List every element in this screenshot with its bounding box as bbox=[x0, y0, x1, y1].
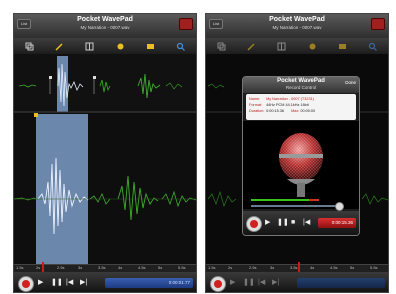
done-button[interactable]: Done bbox=[345, 80, 356, 85]
toolbar bbox=[206, 38, 388, 55]
effects-icon[interactable] bbox=[308, 42, 317, 51]
ruler-tick: 5s bbox=[158, 265, 163, 270]
microphone-stage bbox=[243, 121, 359, 209]
record-control-dialog: Pocket WavePad Record Control Done Name:… bbox=[242, 76, 360, 236]
input-level-peak bbox=[309, 199, 319, 201]
dialog-title: Pocket WavePad bbox=[277, 78, 325, 84]
detail-selection bbox=[36, 114, 88, 264]
gain-slider[interactable] bbox=[251, 205, 339, 207]
skip-back-icon[interactable]: |◀ bbox=[258, 279, 265, 287]
transport-bar: ▶ ❚❚ |◀ ▶| bbox=[206, 272, 388, 292]
dialog-subtitle: Record Control bbox=[285, 85, 317, 90]
recording-info-panel: Name: My Narration - 0007 (T3231) Format… bbox=[246, 94, 356, 120]
ruler-tick: 4.5s bbox=[138, 265, 146, 270]
transport-bar: ▶ ❚❚ |◀ ▶| 0:00:01.77 bbox=[14, 272, 196, 292]
effects-icon[interactable] bbox=[116, 42, 125, 51]
ruler-tick: 3s bbox=[270, 265, 275, 270]
copy-icon[interactable] bbox=[25, 42, 34, 51]
info-value: 00:00:00 bbox=[300, 109, 316, 113]
recorder-screen: List Pocket WavePad My Narration - 0007.… bbox=[205, 13, 389, 293]
trim-icon[interactable] bbox=[85, 42, 94, 51]
toolbar bbox=[14, 38, 196, 55]
info-key: Max: bbox=[291, 109, 300, 113]
ruler-tick: 5.5s bbox=[370, 265, 378, 270]
pause-icon[interactable]: ❚❚ bbox=[277, 219, 289, 227]
app-title: Pocket WavePad bbox=[269, 16, 325, 23]
stop-icon[interactable]: ■ bbox=[291, 219, 295, 227]
ruler-tick: 4s bbox=[118, 265, 123, 270]
ruler-tick: 2s bbox=[228, 265, 233, 270]
title-bar: List Pocket WavePad My Narration - 0007.… bbox=[14, 14, 196, 39]
copy-icon[interactable] bbox=[217, 42, 226, 51]
skip-back-icon[interactable]: |◀ bbox=[303, 219, 310, 227]
edit-wand-icon[interactable] bbox=[55, 42, 64, 51]
play-icon[interactable]: ▶ bbox=[265, 219, 270, 227]
pause-icon[interactable]: ❚❚ bbox=[243, 279, 255, 287]
record-transport: ▶ ❚❚ ■ |◀ 0:00:15.36 bbox=[243, 211, 359, 235]
skip-forward-icon[interactable]: ▶| bbox=[272, 279, 279, 287]
ruler-tick: 3.5s bbox=[290, 265, 298, 270]
file-name: My Narration - 0007.wav bbox=[272, 25, 322, 30]
play-icon[interactable]: ▶ bbox=[38, 279, 43, 287]
ruler-tick: 4s bbox=[310, 265, 315, 270]
skip-forward-icon[interactable]: ▶| bbox=[80, 279, 87, 287]
waveform-area[interactable] bbox=[14, 54, 196, 264]
info-value: 0:00:15.36 bbox=[266, 109, 285, 113]
input-level-meter bbox=[251, 199, 309, 201]
info-row-duration: Duration: 0:00:15.36 Max: 00:00:00 bbox=[249, 108, 353, 114]
record-time-display: 0:00:15.36 bbox=[318, 218, 356, 228]
file-name: My Narration - 0007.wav bbox=[80, 25, 130, 30]
waveform-view[interactable] bbox=[14, 54, 196, 264]
info-key: Duration: bbox=[249, 109, 265, 113]
ruler-tick: 2.5s bbox=[249, 265, 257, 270]
gain-slider-knob[interactable] bbox=[335, 202, 344, 211]
skip-back-icon[interactable]: |◀ bbox=[66, 279, 73, 287]
dialog-header: Pocket WavePad Record Control Done bbox=[243, 77, 359, 93]
edit-wand-icon[interactable] bbox=[247, 42, 256, 51]
open-file-icon[interactable] bbox=[146, 42, 155, 51]
time-display: 0:00:01.77 bbox=[105, 278, 193, 288]
ruler-tick: 3s bbox=[78, 265, 83, 270]
record-button[interactable] bbox=[18, 276, 34, 292]
title-bar: List Pocket WavePad My Narration - 0007.… bbox=[206, 14, 388, 39]
record-icon[interactable] bbox=[371, 18, 385, 30]
ruler-tick: 5.5s bbox=[178, 265, 186, 270]
ruler-tick: 4.5s bbox=[330, 265, 338, 270]
app-title: Pocket WavePad bbox=[77, 16, 133, 23]
ruler-tick: 1.5s bbox=[208, 265, 216, 270]
editor-screen: List Pocket WavePad My Narration - 0007.… bbox=[13, 13, 197, 293]
overview-selection bbox=[57, 56, 68, 112]
ruler-tick: 2.5s bbox=[57, 265, 65, 270]
zoom-icon[interactable] bbox=[176, 42, 186, 51]
ruler-tick: 1.5s bbox=[16, 265, 24, 270]
zoom-icon[interactable] bbox=[368, 42, 378, 51]
time-display bbox=[297, 278, 385, 288]
info-value: My Narration - 0007 (T3231) bbox=[266, 97, 314, 101]
trim-icon[interactable] bbox=[277, 42, 286, 51]
open-file-icon[interactable] bbox=[338, 42, 347, 51]
ruler-tick: 2s bbox=[36, 265, 41, 270]
record-button[interactable] bbox=[210, 276, 226, 292]
ruler-tick: 5s bbox=[350, 265, 355, 270]
pause-icon[interactable]: ❚❚ bbox=[51, 279, 63, 287]
record-button[interactable] bbox=[246, 216, 262, 232]
ruler-tick: 3.5s bbox=[98, 265, 106, 270]
record-icon[interactable] bbox=[179, 18, 193, 30]
microphone-icon bbox=[279, 133, 323, 197]
play-icon[interactable]: ▶ bbox=[230, 279, 235, 287]
info-value: 44Hz PCM 44.1kHz 16bit bbox=[266, 103, 309, 107]
